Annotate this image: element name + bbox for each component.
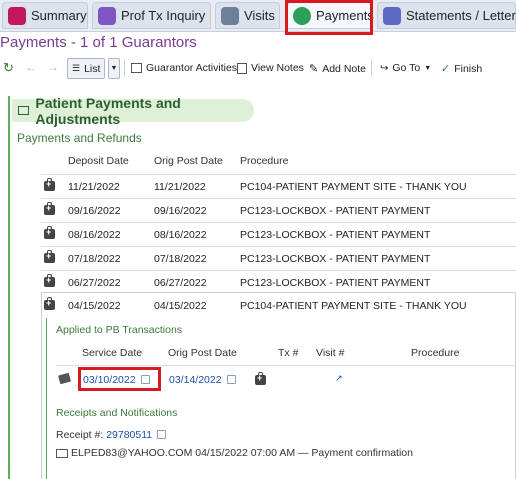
receipt-number-link[interactable]: 29780511 (106, 429, 152, 441)
go-to-button[interactable]: ↪ Go To ▼ (380, 62, 431, 74)
medical-bag-icon (44, 297, 55, 310)
medical-bag-icon (44, 202, 55, 215)
finish-button[interactable]: ✓ Finish (441, 62, 482, 76)
payments-tab-highlight (285, 0, 373, 35)
section-rule (8, 96, 10, 479)
applied-heading: Applied to PB Transactions (56, 324, 183, 336)
column-header-service-date: Service Date (82, 347, 143, 359)
tab-label: Prof Tx Inquiry (121, 8, 206, 23)
orig-post-date-link[interactable]: 03/14/2022 (169, 374, 236, 386)
orig-post-date: 09/16/2022 (154, 205, 207, 217)
medical-bag-icon (44, 250, 55, 263)
column-header-procedure: Procedure (240, 155, 289, 167)
email-icon (56, 448, 68, 458)
list-button[interactable]: ☰ List (67, 58, 106, 79)
tab-visits[interactable]: Visits (215, 2, 280, 29)
procedure: PC104-PATIENT PAYMENT SITE - THANK YOU (240, 300, 467, 312)
column-header-procedure: Procedure (411, 347, 460, 359)
guarantor-activities-icon (131, 63, 142, 73)
visit-link-icon[interactable]: ↗ (335, 373, 343, 384)
summary-icon (8, 6, 26, 25)
money-icon (18, 106, 30, 115)
separator (124, 59, 125, 77)
medical-bag-icon (44, 274, 55, 287)
chevron-down-icon: ▼ (424, 64, 432, 72)
toolbar: ↻ ← → ☰ List ▼ Guarantor Activities View… (0, 56, 516, 80)
procedure: PC123-LOCKBOX - PATIENT PAYMENT (240, 205, 431, 217)
orig-post-date: 07/18/2022 (154, 253, 207, 265)
guarantor-activities-button[interactable]: Guarantor Activities (131, 62, 237, 74)
medical-bag-icon (44, 226, 55, 239)
tx-inquiry-icon (98, 6, 116, 25)
notification-line: ELPED83@YAHOO.COM 04/15/2022 07:00 AM — … (56, 447, 413, 459)
tab-prof-tx-inquiry[interactable]: Prof Tx Inquiry (92, 2, 211, 29)
table-row-expanded[interactable]: 04/15/2022 04/15/2022 PC104-PATIENT PAYM… (41, 294, 516, 318)
activity-tabs: Summary Prof Tx Inquiry Visits Payments … (0, 0, 516, 32)
orig-post-date: 04/15/2022 (154, 300, 207, 312)
procedure: PC123-LOCKBOX - PATIENT PAYMENT (240, 277, 431, 289)
receipt-line: Receipt #: 29780511 (56, 429, 167, 441)
orig-post-date: 06/27/2022 (154, 277, 207, 289)
deposit-date: 06/27/2022 (68, 277, 121, 289)
statements-icon (383, 6, 401, 25)
separator (371, 59, 372, 77)
deposit-date: 04/15/2022 (68, 300, 121, 312)
notes-icon (237, 62, 247, 74)
add-note-icon: ✎ (309, 63, 319, 75)
table-row[interactable]: 09/16/2022 09/16/2022 PC123-LOCKBOX - PA… (41, 198, 516, 223)
medical-bag-icon (255, 372, 266, 385)
table-row[interactable]: 11/21/2022 11/21/2022 PC104-PATIENT PAYM… (41, 174, 516, 199)
column-header-tx-number: Tx # (278, 347, 299, 359)
tab-label: Summary (31, 8, 87, 23)
tab-label: Visits (244, 8, 275, 23)
deposit-date: 09/16/2022 (68, 205, 121, 217)
procedure: PC123-LOCKBOX - PATIENT PAYMENT (240, 229, 431, 241)
deposit-date: 07/18/2022 (68, 253, 121, 265)
list-dropdown-button[interactable]: ▼ (108, 58, 120, 79)
section-title: Patient Payments and Adjustments (35, 94, 181, 127)
column-header-orig-post-date: Orig Post Date (154, 155, 223, 167)
detail-rule (46, 318, 47, 479)
go-to-icon: ↪ (380, 62, 389, 74)
notification-text: ELPED83@YAHOO.COM 04/15/2022 07:00 AM — … (71, 447, 413, 459)
column-header-visit-number: Visit # (316, 347, 345, 359)
orig-post-date: 08/16/2022 (154, 229, 207, 241)
payments-refunds-heading: Payments and Refunds (17, 131, 142, 145)
refresh-icon[interactable]: ↻ (3, 60, 14, 76)
tab-summary[interactable]: Summary (2, 2, 88, 29)
procedure: PC104-PATIENT PAYMENT SITE - THANK YOU (240, 181, 467, 193)
column-header-deposit-date: Deposit Date (68, 155, 129, 167)
service-date-highlight (78, 367, 161, 391)
view-notes-button[interactable]: View Notes (237, 62, 304, 74)
tab-statements-letters[interactable]: Statements / Letters (377, 2, 516, 29)
deposit-date: 11/21/2022 (68, 181, 120, 193)
medical-bag-icon (44, 178, 55, 191)
visits-icon (221, 6, 239, 25)
procedure: PC123-LOCKBOX - PATIENT PAYMENT (240, 253, 431, 265)
deposit-date: 08/16/2022 (68, 229, 121, 241)
column-header-orig-post-date: Orig Post Date (168, 347, 237, 359)
section-header: Patient Payments and Adjustments (12, 95, 254, 127)
table-row[interactable]: 07/18/2022 07/18/2022 PC123-LOCKBOX - PA… (41, 246, 516, 271)
add-note-button[interactable]: ✎ Add Note (309, 62, 366, 76)
copy-icon[interactable] (226, 375, 236, 384)
receipts-heading: Receipts and Notifications (56, 407, 178, 419)
page-title: Payments - 1 of 1 Guarantors (0, 34, 197, 51)
table-row[interactable]: 08/16/2022 08/16/2022 PC123-LOCKBOX - PA… (41, 222, 516, 247)
orig-post-date: 11/21/2022 (154, 181, 206, 193)
transaction-icon (58, 372, 71, 385)
back-icon[interactable]: ← (25, 60, 37, 74)
copy-icon[interactable] (157, 430, 167, 439)
check-icon: ✓ (441, 63, 451, 75)
forward-icon[interactable]: → (47, 60, 59, 74)
receipt-label: Receipt #: (56, 429, 104, 441)
list-icon: ☰ (72, 63, 81, 73)
tab-label: Statements / Letters (406, 8, 516, 23)
